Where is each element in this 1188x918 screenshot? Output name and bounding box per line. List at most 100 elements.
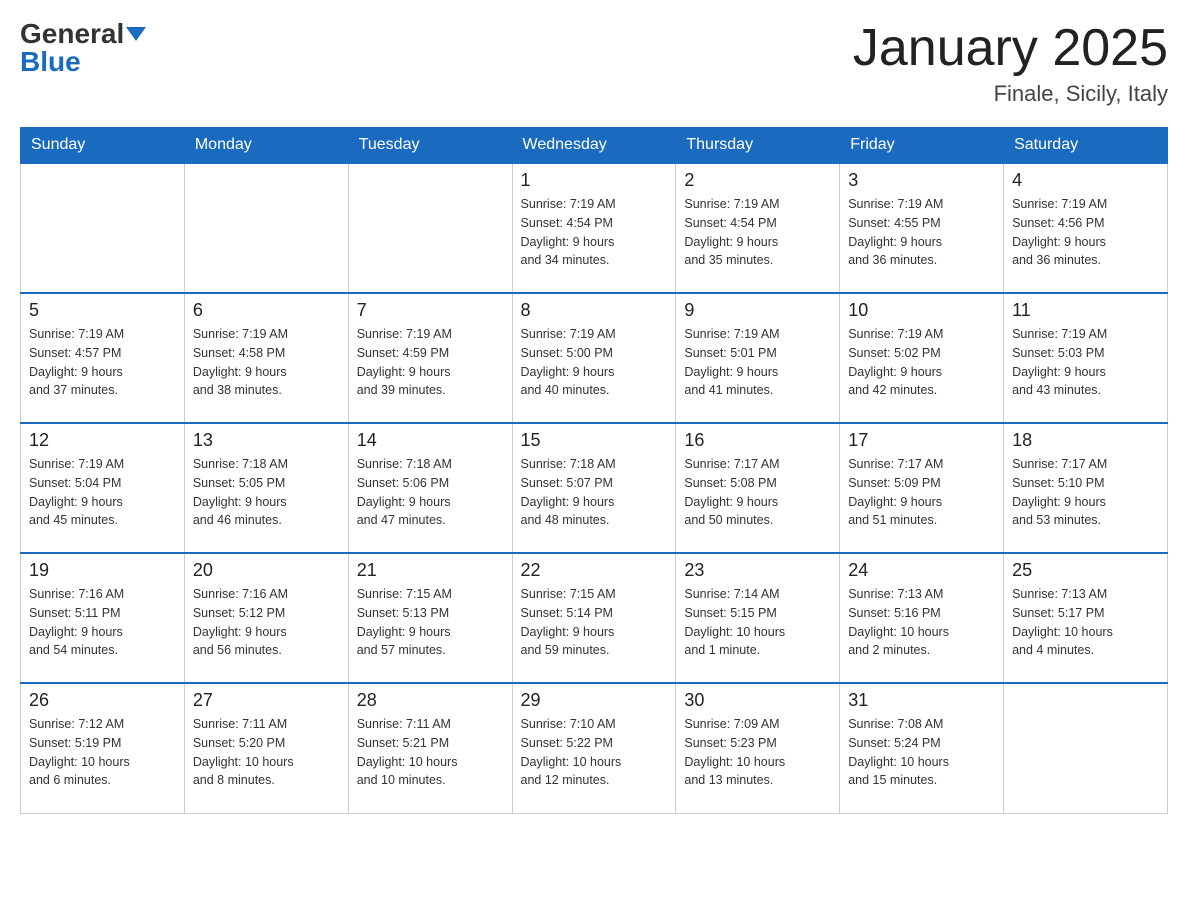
title-block: January 2025 Finale, Sicily, Italy [853,20,1168,107]
day-info: Sunrise: 7:14 AM Sunset: 5:15 PM Dayligh… [684,585,831,660]
calendar-cell: 2 Sunrise: 7:19 AM Sunset: 4:54 PM Daylig… [676,163,840,293]
header-wednesday: Wednesday [512,128,676,164]
calendar-cell [1004,683,1168,813]
calendar-cell: 28 Sunrise: 7:11 AM Sunset: 5:21 PM Dayli… [348,683,512,813]
day-number: 14 [357,430,504,451]
calendar-cell: 27 Sunrise: 7:11 AM Sunset: 5:20 PM Dayli… [184,683,348,813]
day-info: Sunrise: 7:19 AM Sunset: 4:59 PM Dayligh… [357,325,504,400]
location-title: Finale, Sicily, Italy [853,81,1168,107]
day-number: 28 [357,690,504,711]
day-number: 7 [357,300,504,321]
calendar-body: 1 Sunrise: 7:19 AM Sunset: 4:54 PM Daylig… [21,163,1168,813]
day-number: 18 [1012,430,1159,451]
calendar-cell: 9 Sunrise: 7:19 AM Sunset: 5:01 PM Daylig… [676,293,840,423]
day-info: Sunrise: 7:17 AM Sunset: 5:09 PM Dayligh… [848,455,995,530]
day-number: 21 [357,560,504,581]
day-info: Sunrise: 7:11 AM Sunset: 5:21 PM Dayligh… [357,715,504,790]
day-info: Sunrise: 7:19 AM Sunset: 5:02 PM Dayligh… [848,325,995,400]
day-number: 30 [684,690,831,711]
day-number: 2 [684,170,831,191]
header-friday: Friday [840,128,1004,164]
day-number: 20 [193,560,340,581]
day-info: Sunrise: 7:16 AM Sunset: 5:12 PM Dayligh… [193,585,340,660]
day-number: 29 [521,690,668,711]
calendar-cell [348,163,512,293]
day-info: Sunrise: 7:09 AM Sunset: 5:23 PM Dayligh… [684,715,831,790]
calendar-cell: 14Sunrise: 7:18 AM Sunset: 5:06 PM Dayli… [348,423,512,553]
calendar-cell: 22 Sunrise: 7:15 AM Sunset: 5:14 PM Dayli… [512,553,676,683]
calendar-cell: 12Sunrise: 7:19 AM Sunset: 5:04 PM Dayli… [21,423,185,553]
calendar-cell: 24 Sunrise: 7:13 AM Sunset: 5:16 PM Dayli… [840,553,1004,683]
calendar-cell: 15 Sunrise: 7:18 AM Sunset: 5:07 PM Dayli… [512,423,676,553]
calendar-cell: 17 Sunrise: 7:17 AM Sunset: 5:09 PM Dayli… [840,423,1004,553]
calendar-cell: 18 Sunrise: 7:17 AM Sunset: 5:10 PM Dayli… [1004,423,1168,553]
day-info: Sunrise: 7:19 AM Sunset: 4:54 PM Dayligh… [684,195,831,270]
day-number: 8 [521,300,668,321]
header-saturday: Saturday [1004,128,1168,164]
header-row: SundayMondayTuesdayWednesdayThursdayFrid… [21,128,1168,164]
logo-blue-text: Blue [20,48,81,76]
calendar-cell: 20 Sunrise: 7:16 AM Sunset: 5:12 PM Dayli… [184,553,348,683]
day-number: 31 [848,690,995,711]
day-number: 11 [1012,300,1159,321]
day-number: 15 [521,430,668,451]
calendar-cell: 10Sunrise: 7:19 AM Sunset: 5:02 PM Dayli… [840,293,1004,423]
logo-triangle-icon [126,27,146,41]
header-thursday: Thursday [676,128,840,164]
day-number: 25 [1012,560,1159,581]
calendar-cell: 25 Sunrise: 7:13 AM Sunset: 5:17 PM Dayli… [1004,553,1168,683]
calendar-cell: 1 Sunrise: 7:19 AM Sunset: 4:54 PM Daylig… [512,163,676,293]
calendar-cell: 19 Sunrise: 7:16 AM Sunset: 5:11 PM Dayli… [21,553,185,683]
week-row-4: 26Sunrise: 7:12 AM Sunset: 5:19 PM Dayli… [21,683,1168,813]
month-title: January 2025 [853,20,1168,77]
calendar-cell: 26Sunrise: 7:12 AM Sunset: 5:19 PM Dayli… [21,683,185,813]
calendar-cell: 13 Sunrise: 7:18 AM Sunset: 5:05 PM Dayli… [184,423,348,553]
calendar-cell: 4 Sunrise: 7:19 AM Sunset: 4:56 PM Daylig… [1004,163,1168,293]
day-info: Sunrise: 7:17 AM Sunset: 5:10 PM Dayligh… [1012,455,1159,530]
calendar-cell: 16Sunrise: 7:17 AM Sunset: 5:08 PM Dayli… [676,423,840,553]
day-number: 24 [848,560,995,581]
week-row-1: 5 Sunrise: 7:19 AM Sunset: 4:57 PM Daylig… [21,293,1168,423]
day-info: Sunrise: 7:19 AM Sunset: 4:56 PM Dayligh… [1012,195,1159,270]
calendar-header: SundayMondayTuesdayWednesdayThursdayFrid… [21,128,1168,164]
header-monday: Monday [184,128,348,164]
day-info: Sunrise: 7:19 AM Sunset: 5:01 PM Dayligh… [684,325,831,400]
day-number: 6 [193,300,340,321]
day-number: 23 [684,560,831,581]
day-number: 22 [521,560,668,581]
page-header: General Blue January 2025 Finale, Sicily… [20,20,1168,107]
day-info: Sunrise: 7:13 AM Sunset: 5:17 PM Dayligh… [1012,585,1159,660]
day-info: Sunrise: 7:19 AM Sunset: 4:57 PM Dayligh… [29,325,176,400]
calendar-cell: 3Sunrise: 7:19 AM Sunset: 4:55 PM Daylig… [840,163,1004,293]
day-number: 19 [29,560,176,581]
day-info: Sunrise: 7:19 AM Sunset: 4:58 PM Dayligh… [193,325,340,400]
day-info: Sunrise: 7:13 AM Sunset: 5:16 PM Dayligh… [848,585,995,660]
day-number: 1 [521,170,668,191]
day-info: Sunrise: 7:19 AM Sunset: 4:54 PM Dayligh… [521,195,668,270]
day-number: 5 [29,300,176,321]
header-tuesday: Tuesday [348,128,512,164]
day-number: 9 [684,300,831,321]
day-number: 26 [29,690,176,711]
day-info: Sunrise: 7:18 AM Sunset: 5:07 PM Dayligh… [521,455,668,530]
day-number: 4 [1012,170,1159,191]
calendar-cell: 23 Sunrise: 7:14 AM Sunset: 5:15 PM Dayli… [676,553,840,683]
day-info: Sunrise: 7:11 AM Sunset: 5:20 PM Dayligh… [193,715,340,790]
day-number: 27 [193,690,340,711]
calendar-cell: 6 Sunrise: 7:19 AM Sunset: 4:58 PM Daylig… [184,293,348,423]
day-info: Sunrise: 7:16 AM Sunset: 5:11 PM Dayligh… [29,585,176,660]
calendar-cell: 21Sunrise: 7:15 AM Sunset: 5:13 PM Dayli… [348,553,512,683]
calendar-cell: 8Sunrise: 7:19 AM Sunset: 5:00 PM Daylig… [512,293,676,423]
day-info: Sunrise: 7:18 AM Sunset: 5:05 PM Dayligh… [193,455,340,530]
calendar-cell: 7 Sunrise: 7:19 AM Sunset: 4:59 PM Daylig… [348,293,512,423]
calendar-cell: 30 Sunrise: 7:09 AM Sunset: 5:23 PM Dayli… [676,683,840,813]
week-row-2: 12Sunrise: 7:19 AM Sunset: 5:04 PM Dayli… [21,423,1168,553]
calendar-cell [21,163,185,293]
day-number: 3 [848,170,995,191]
calendar-cell: 29Sunrise: 7:10 AM Sunset: 5:22 PM Dayli… [512,683,676,813]
day-number: 17 [848,430,995,451]
calendar-cell [184,163,348,293]
day-number: 13 [193,430,340,451]
day-info: Sunrise: 7:15 AM Sunset: 5:14 PM Dayligh… [521,585,668,660]
calendar-cell: 31Sunrise: 7:08 AM Sunset: 5:24 PM Dayli… [840,683,1004,813]
